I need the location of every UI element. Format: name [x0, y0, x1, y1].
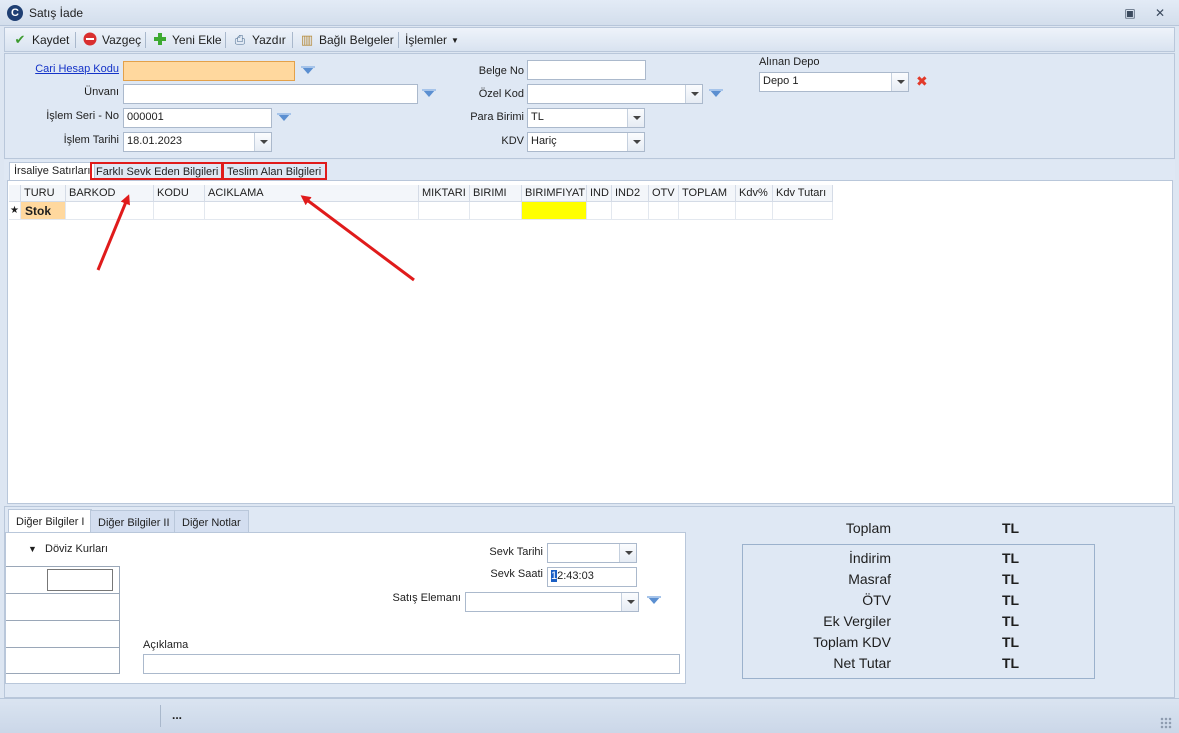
- sevk-saati-value: 2:43:03: [557, 570, 594, 582]
- toplam-value: TL: [1002, 520, 1020, 536]
- sevk-saati-input[interactable]: 12:43:03: [547, 567, 637, 587]
- doviz-kur-input[interactable]: [47, 569, 113, 591]
- sevk-saati-label: Sevk Saati: [490, 568, 543, 580]
- masraf-label: Masraf: [848, 571, 891, 587]
- aciklama-input[interactable]: [143, 654, 680, 674]
- sevk-tarihi-label: Sevk Tarihi: [489, 546, 543, 558]
- toplam-kdv-label: Toplam KDV: [813, 634, 891, 650]
- indirim-value: TL: [1002, 550, 1020, 566]
- net-tutar-value: TL: [1002, 655, 1020, 671]
- satis-elemani-label: Satış Elemanı: [392, 592, 461, 604]
- aciklama-label: Açıklama: [143, 639, 189, 651]
- annotation-arrow-right: [300, 195, 415, 282]
- filter-arrow-icon[interactable]: [647, 596, 661, 606]
- annotation-arrow-left: [96, 194, 130, 271]
- sevk-tarihi-picker[interactable]: [547, 543, 637, 563]
- otv-value: TL: [1002, 592, 1020, 608]
- ek-vergiler-value: TL: [1002, 613, 1020, 629]
- chevron-down-icon[interactable]: [619, 544, 636, 562]
- indirim-label: İndirim: [848, 550, 891, 566]
- net-tutar-label: Net Tutar: [833, 655, 891, 671]
- chevron-down-icon[interactable]: [621, 593, 638, 611]
- grid-line: [6, 647, 119, 648]
- ek-vergiler-label: Ek Vergiler: [823, 613, 891, 629]
- expand-arrow-icon[interactable]: ▼: [28, 544, 37, 554]
- grid-line: [6, 593, 119, 594]
- otv-label: ÖTV: [862, 592, 891, 608]
- totals-box: İndirim TL Masraf TL ÖTV TL Ek Vergiler …: [742, 544, 1095, 679]
- toplam-label: Toplam: [845, 520, 891, 536]
- masraf-value: TL: [1002, 571, 1020, 587]
- grid-line: [6, 620, 119, 621]
- resize-grip-icon[interactable]: [1160, 717, 1172, 729]
- tab-diger-bilgiler-2[interactable]: Diğer Bilgiler II: [90, 510, 178, 534]
- diger-bilgiler-content: ▼ Döviz Kurları Sevk Tarihi Sevk Saati 1…: [5, 532, 686, 684]
- status-bar: ...: [0, 698, 1179, 733]
- satis-elemani-select[interactable]: [465, 592, 639, 612]
- doviz-kurlari-label: Döviz Kurları: [45, 543, 108, 555]
- status-text: ...: [172, 708, 183, 722]
- tab-diger-notlar[interactable]: Diğer Notlar: [174, 510, 249, 534]
- status-separator: [160, 705, 161, 727]
- toplam-kdv-value: TL: [1002, 634, 1020, 650]
- doviz-kurlari-grid[interactable]: [6, 566, 120, 674]
